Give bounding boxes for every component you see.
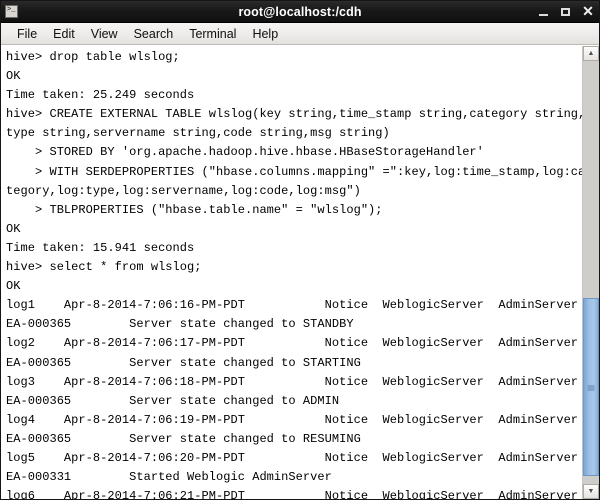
- terminal-line: OK: [6, 279, 21, 294]
- terminal-line: log2 Apr-8-2014-7:06:17-PM-PDT Notice We…: [6, 336, 582, 351]
- menu-item-edit[interactable]: Edit: [45, 27, 83, 41]
- minimize-button[interactable]: [538, 6, 550, 18]
- scroll-down-arrow-icon[interactable]: ▼: [583, 484, 599, 499]
- menu-item-view[interactable]: View: [83, 27, 126, 41]
- terminal-line: hive> select * from wlslog;: [6, 260, 202, 275]
- terminal-line: OK: [6, 221, 21, 236]
- menu-item-search[interactable]: Search: [126, 27, 182, 41]
- terminal-line: EA-000365 Server state changed to STARTI…: [6, 355, 361, 370]
- window-controls: ✕: [538, 1, 594, 22]
- terminal-line: > STORED BY 'org.apache.hadoop.hive.hbas…: [6, 145, 484, 160]
- menu-item-help[interactable]: Help: [244, 27, 286, 41]
- terminal-window: >_ root@localhost:/cdh ✕ File Edit View …: [0, 0, 600, 500]
- menubar: File Edit View Search Terminal Help: [1, 23, 599, 45]
- terminal-line: > WITH SERDEPROPERTIES ("hbase.columns.m…: [6, 164, 582, 179]
- terminal-line: log1 Apr-8-2014-7:06:16-PM-PDT Notice We…: [6, 298, 582, 313]
- terminal-line: EA-000365 Server state changed to RESUMI…: [6, 431, 361, 446]
- maximize-button[interactable]: [560, 6, 572, 18]
- terminal-line: EA-000331 Started Weblogic AdminServer: [6, 470, 332, 485]
- terminal-line: hive> CREATE EXTERNAL TABLE wlslog(key s…: [6, 107, 582, 122]
- terminal-line: log5 Apr-8-2014-7:06:20-PM-PDT Notice We…: [6, 450, 582, 465]
- scrollbar-track[interactable]: [583, 61, 599, 484]
- terminal-line: EA-000365 Server state changed to STANDB…: [6, 317, 354, 332]
- vertical-scrollbar[interactable]: ▲ ▼: [582, 46, 599, 499]
- terminal-line: log6 Apr-8-2014-7:06:21-PM-PDT Notice We…: [6, 489, 582, 499]
- terminal-line: log4 Apr-8-2014-7:06:19-PM-PDT Notice We…: [6, 412, 582, 427]
- terminal-line: Time taken: 25.249 seconds: [6, 88, 195, 103]
- terminal-output[interactable]: hive> drop table wlslog; OK Time taken: 25…: [1, 46, 582, 499]
- terminal-line: hive> drop table wlslog;: [6, 50, 180, 64]
- terminal-line: EA-000365 Server state changed to ADMIN: [6, 393, 340, 408]
- terminal-line: > TBLPROPERTIES ("hbase.table.name" = "w…: [6, 202, 383, 217]
- terminal-line: tegory,log:type,log:servername,log:code,…: [6, 183, 361, 198]
- close-icon[interactable]: ✕: [582, 4, 594, 18]
- window-title: root@localhost:/cdh: [238, 4, 362, 19]
- menu-item-file[interactable]: File: [9, 27, 45, 41]
- terminal-body: hive> drop table wlslog; OK Time taken: 25…: [1, 45, 599, 499]
- terminal-line: OK: [6, 69, 21, 84]
- scrollbar-thumb[interactable]: [583, 297, 599, 476]
- titlebar[interactable]: >_ root@localhost:/cdh ✕: [1, 1, 599, 23]
- terminal-line: log3 Apr-8-2014-7:06:18-PM-PDT Notice We…: [6, 374, 582, 389]
- terminal-line: Time taken: 15.941 seconds: [6, 240, 195, 255]
- scroll-up-arrow-icon[interactable]: ▲: [583, 46, 599, 61]
- menu-item-terminal[interactable]: Terminal: [181, 27, 244, 41]
- scrollbar-grip-icon: [587, 384, 595, 391]
- terminal-line: type string,servername string,code strin…: [6, 126, 390, 141]
